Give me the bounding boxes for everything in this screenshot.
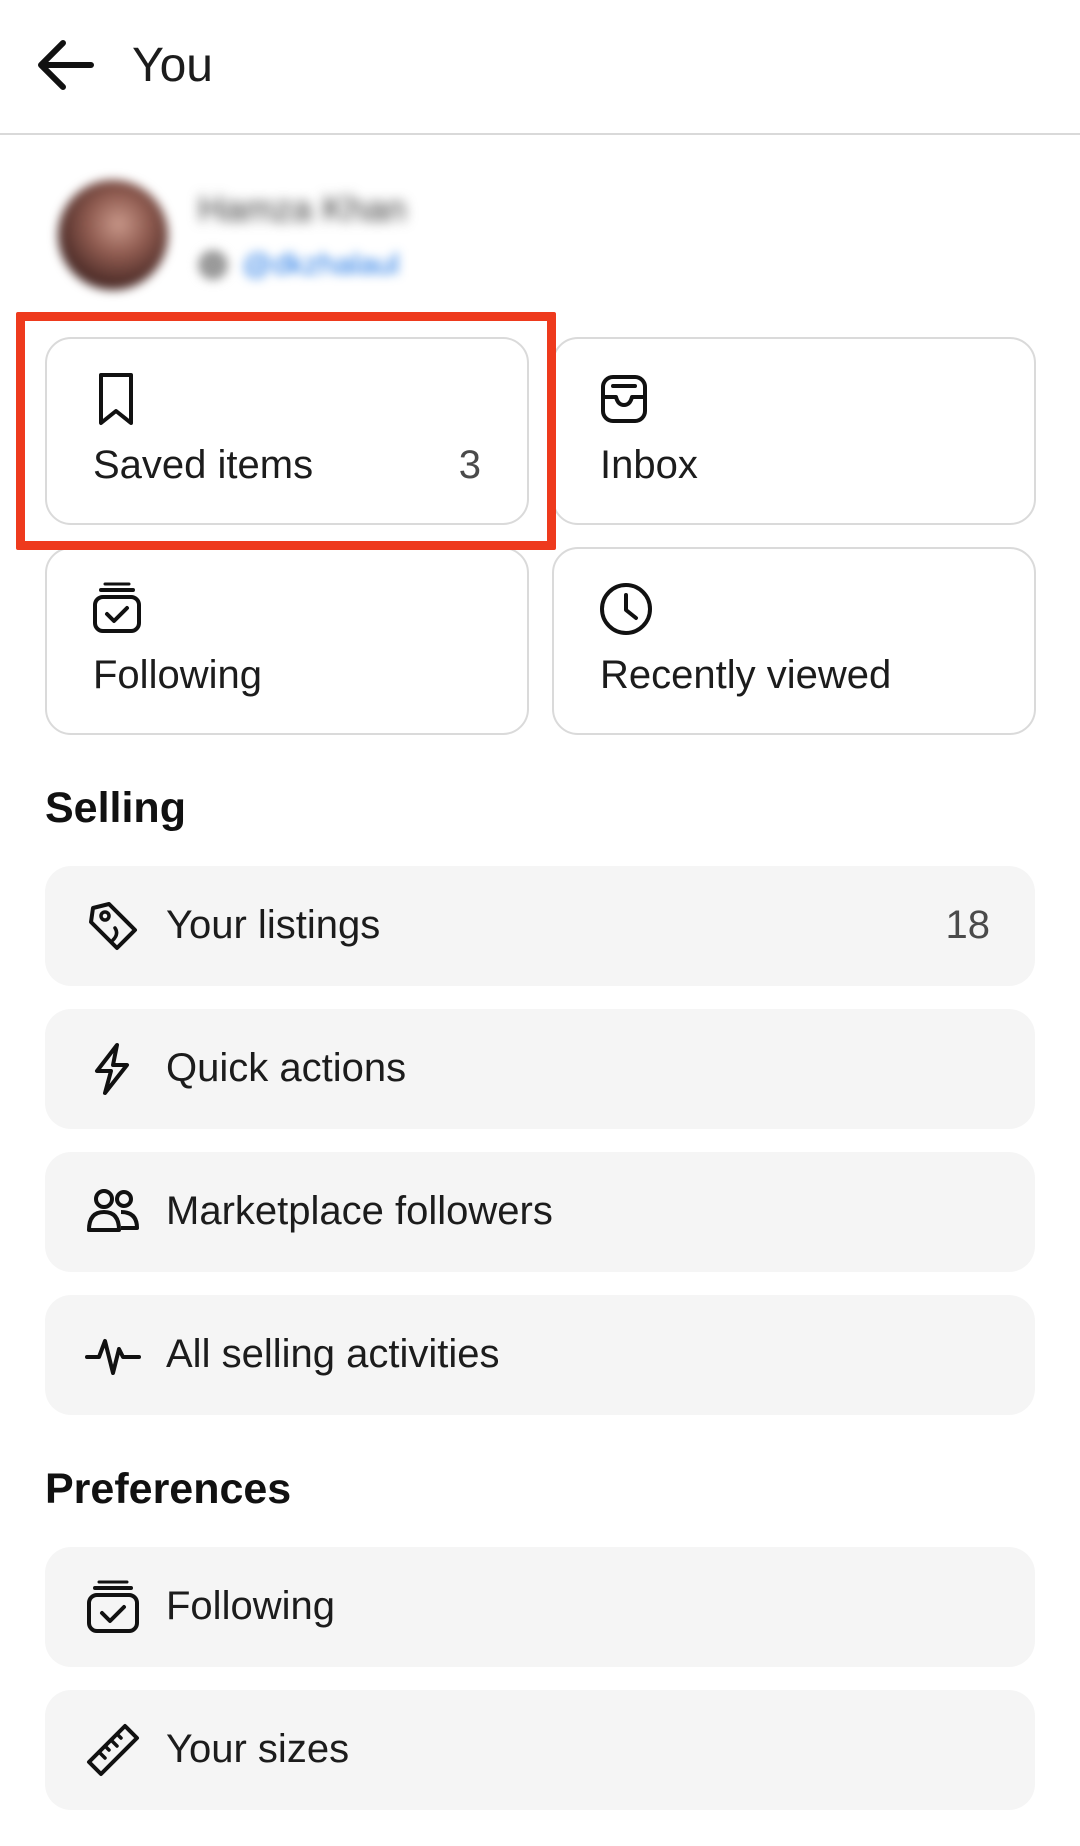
profile-name: Hamza Khan	[198, 188, 407, 229]
activity-icon	[85, 1327, 141, 1383]
tile-count: 3	[458, 443, 481, 487]
bookmark-icon	[91, 371, 143, 427]
lightning-icon	[85, 1041, 141, 1097]
selling-heading: Selling	[45, 784, 186, 832]
recently-viewed-tile[interactable]: Recently viewed	[552, 547, 1036, 735]
page-title: You	[132, 39, 213, 92]
profile-handle[interactable]: @dkzhalaul	[242, 248, 399, 282]
profile-handle-row: @dkzhalaul	[198, 248, 399, 282]
row-label: Marketplace followers	[166, 1189, 553, 1233]
tile-label: Saved items	[93, 443, 314, 487]
globe-icon	[198, 250, 228, 280]
following-box-icon	[85, 1579, 141, 1635]
people-icon	[85, 1184, 141, 1240]
tile-label: Following	[93, 653, 262, 697]
top-bar: You	[0, 0, 1080, 135]
marketplace-followers-row[interactable]: Marketplace followers	[45, 1152, 1035, 1272]
clock-icon	[598, 581, 652, 637]
row-label: Following	[166, 1584, 335, 1628]
row-label: Your sizes	[166, 1727, 350, 1771]
row-label: Your listings	[166, 903, 381, 947]
following-box-icon	[91, 581, 143, 637]
inbox-icon	[598, 371, 650, 427]
your-listings-row[interactable]: Your listings 18	[45, 866, 1035, 986]
all-selling-activities-row[interactable]: All selling activities	[45, 1295, 1035, 1415]
tile-label: Inbox	[600, 443, 698, 487]
following-tile[interactable]: Following	[45, 547, 529, 735]
preferences-heading: Preferences	[45, 1465, 292, 1513]
avatar	[58, 180, 168, 290]
back-button[interactable]	[30, 30, 100, 100]
preferences-following-row[interactable]: Following	[45, 1547, 1035, 1667]
quick-actions-row[interactable]: Quick actions	[45, 1009, 1035, 1129]
tile-label: Recently viewed	[600, 653, 892, 697]
inbox-tile[interactable]: Inbox	[552, 337, 1036, 525]
row-count: 18	[945, 903, 991, 947]
row-label: Quick actions	[166, 1046, 407, 1090]
arrow-left-icon	[33, 37, 97, 93]
row-label: All selling activities	[166, 1332, 500, 1376]
saved-items-tile[interactable]: Saved items 3	[45, 337, 529, 525]
tag-icon	[85, 898, 141, 954]
ruler-icon	[85, 1722, 141, 1778]
profile-card[interactable]: Hamza Khan @dkzhalaul	[40, 170, 520, 300]
your-sizes-row[interactable]: Your sizes	[45, 1690, 1035, 1810]
